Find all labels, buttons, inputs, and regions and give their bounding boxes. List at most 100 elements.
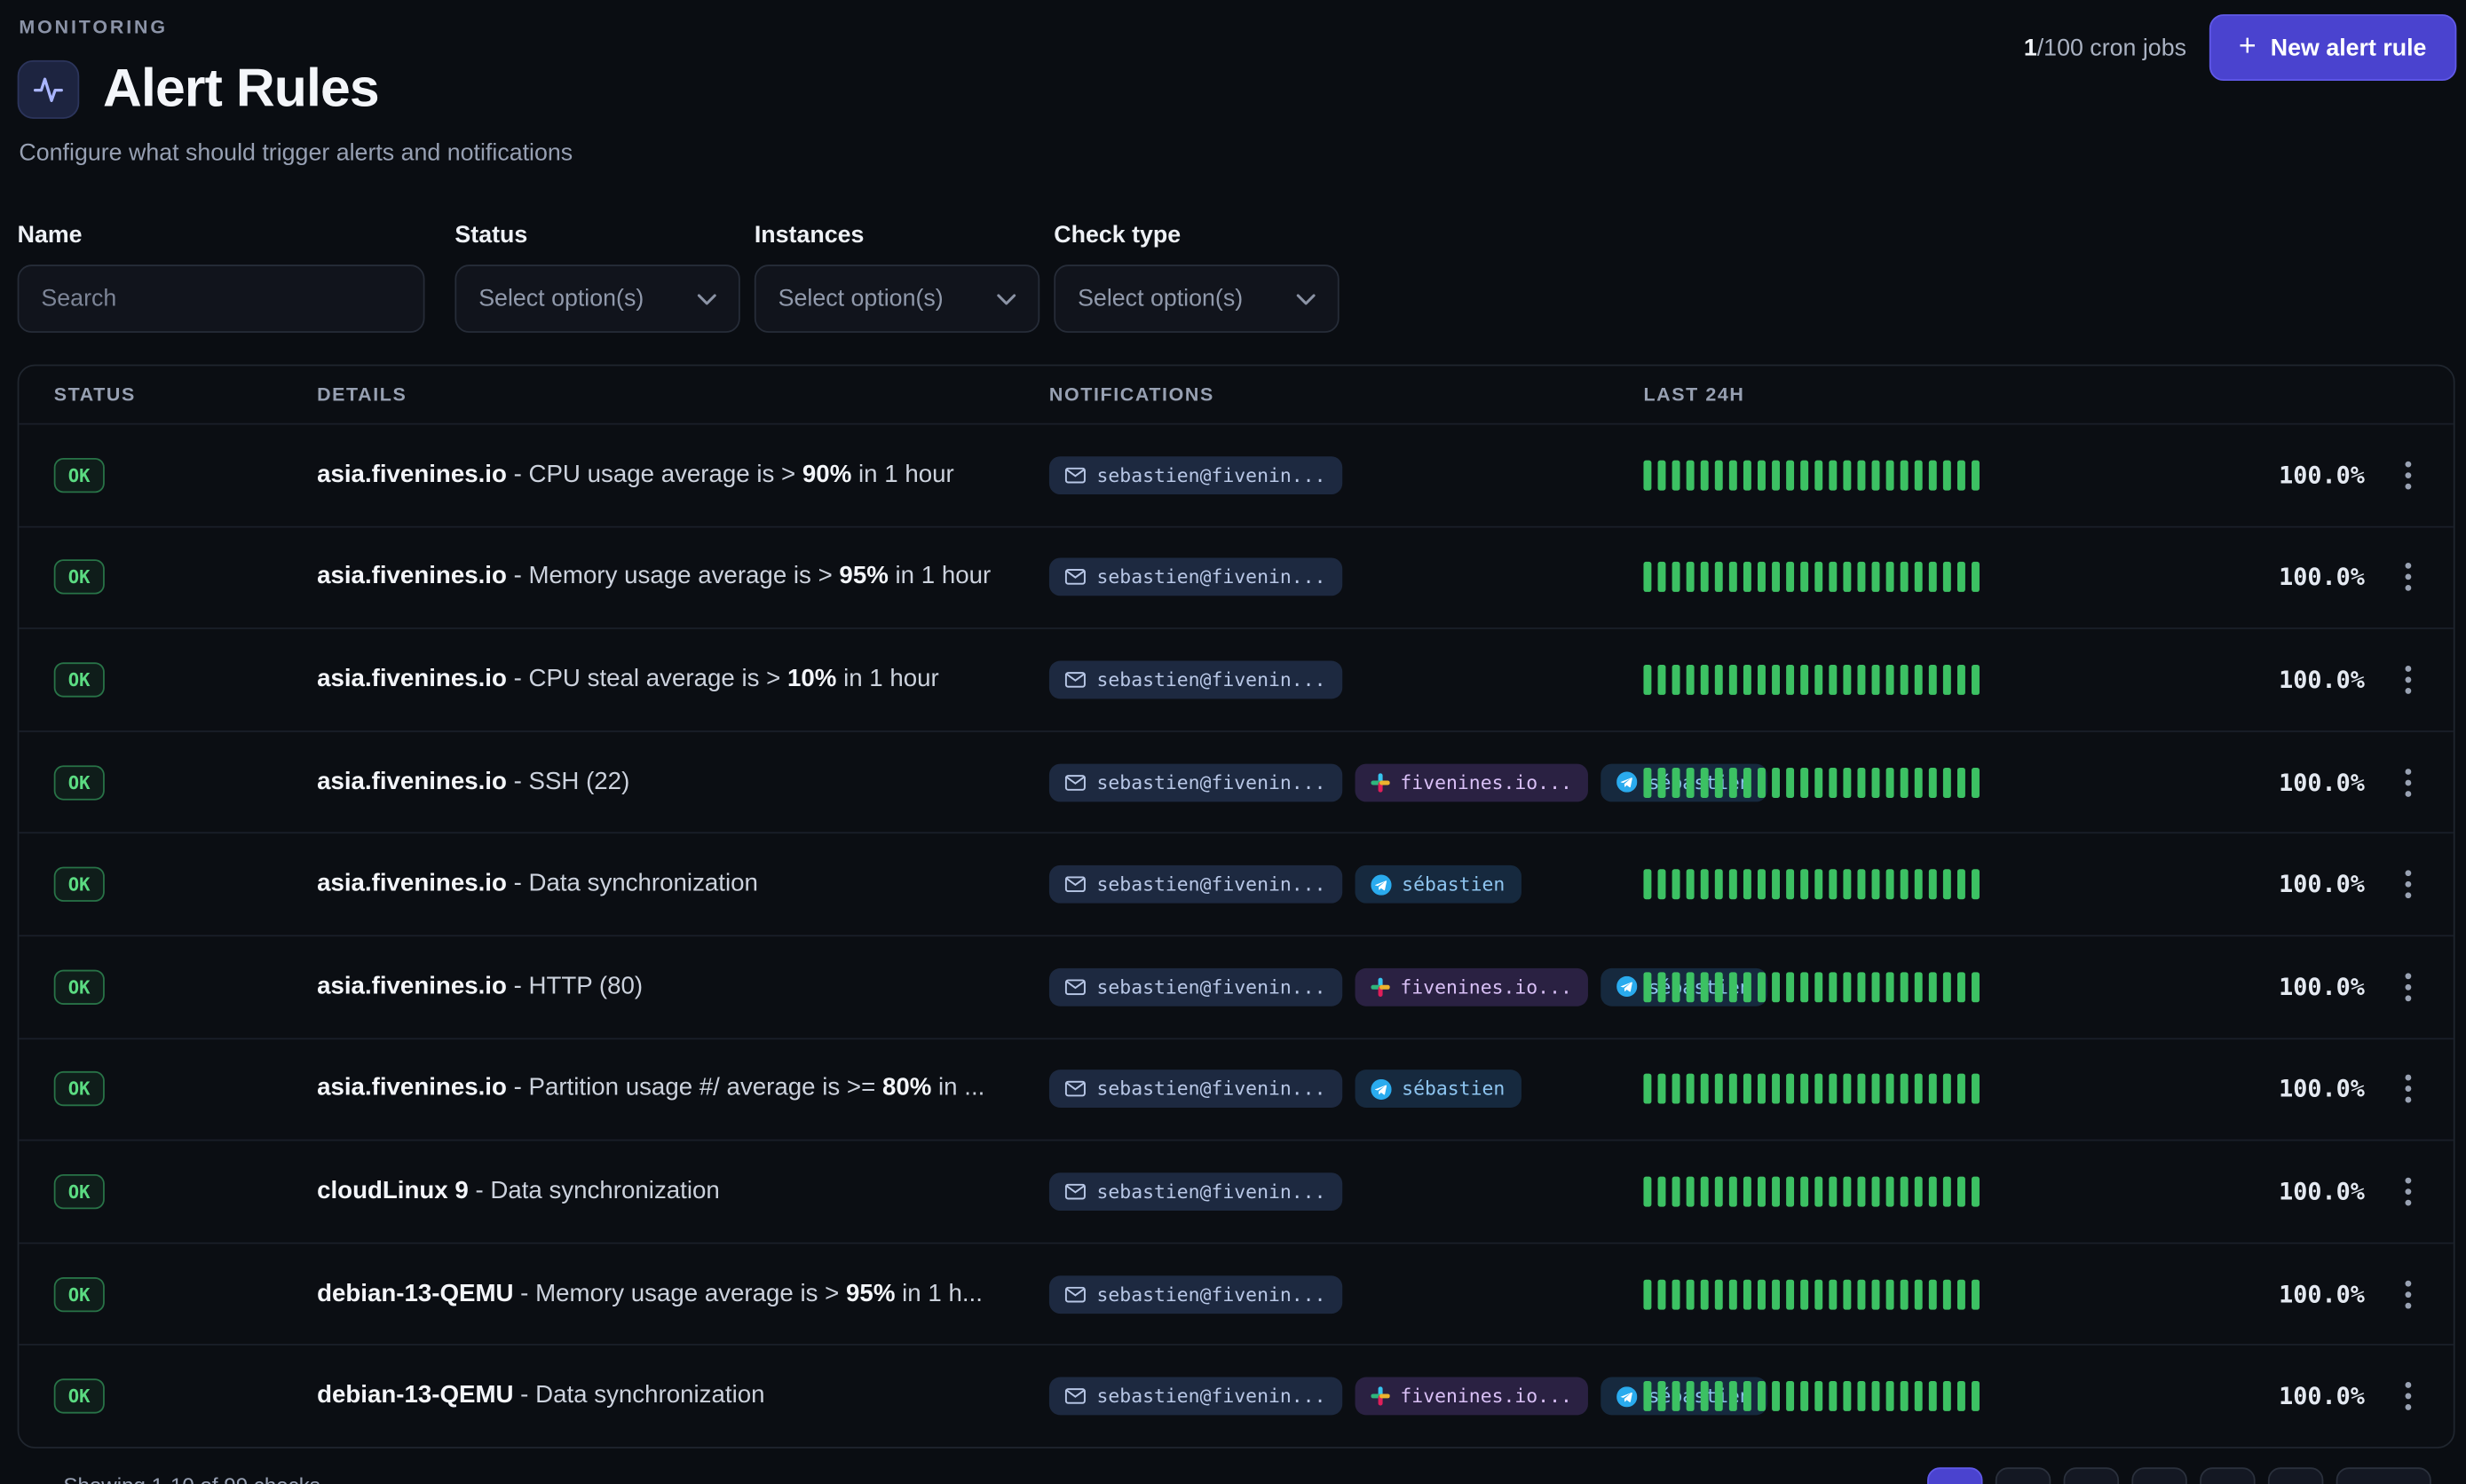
uptime-bar [1687, 1074, 1695, 1104]
uptime-bar [1758, 1177, 1766, 1207]
details-text: CPU usage average is > [528, 461, 802, 487]
notification-badge-slack: fivenines.io... [1355, 763, 1588, 801]
uptime-bar [1672, 1177, 1680, 1207]
page-button-2[interactable]: 2 [1995, 1467, 2050, 1484]
filters-bar: Name Status Select option(s) Instances S… [18, 222, 1340, 333]
uptime-bar [1687, 870, 1695, 900]
page-title-row: Alert Rules [18, 59, 379, 121]
uptime-bar [1701, 1074, 1709, 1104]
page-button-6[interactable]: 6 [2267, 1467, 2322, 1484]
row-menu-button[interactable] [2398, 863, 2418, 905]
uptime-bar [1800, 665, 1808, 695]
uptime-bar [1672, 665, 1680, 695]
uptime-bars [1643, 563, 1980, 593]
details-text: 95% [846, 1280, 895, 1306]
row-menu-button[interactable] [2398, 1170, 2418, 1212]
uptime-bar [1800, 1279, 1808, 1309]
row-menu-button[interactable] [2398, 659, 2418, 701]
row-menu-button[interactable] [2398, 1068, 2418, 1110]
uptime-bar [1701, 460, 1709, 490]
showing-results-text: Showing 1-10 of 99 checks [63, 1473, 320, 1484]
notification-label: sébastien [1402, 1078, 1505, 1101]
uptime-bar [1886, 665, 1894, 695]
status-filter-select[interactable]: Select option(s) [454, 264, 739, 333]
uptime-bar [1929, 665, 1937, 695]
next-page-button[interactable]: Next [2336, 1467, 2431, 1484]
uptime-bar [1829, 665, 1837, 695]
uptime-percent: 100.0% [2279, 1382, 2365, 1410]
page-button-4[interactable]: 4 [2131, 1467, 2186, 1484]
row-menu-button[interactable] [2398, 1273, 2418, 1315]
uptime-bar [1643, 1381, 1651, 1411]
uptime-bar [1715, 665, 1723, 695]
uptime-bar [1672, 870, 1680, 900]
table-row[interactable]: OK debian-13-QEMU - Memory usage average… [19, 1242, 2453, 1344]
notification-badge-email: sebastien@fivenin... [1049, 1377, 1341, 1416]
envelope-icon [1065, 672, 1086, 688]
uptime-bar [1715, 460, 1723, 490]
table-row[interactable]: OK debian-13-QEMU - Data synchronization… [19, 1345, 2453, 1447]
page-button-5[interactable]: 5 [2199, 1467, 2254, 1484]
uptime-bar [1886, 870, 1894, 900]
table-row[interactable]: OK asia.fivenines.io - Partition usage #… [19, 1038, 2453, 1140]
uptime-bar [1857, 1074, 1865, 1104]
uptime-bar [1957, 460, 1965, 490]
uptime-bar [1786, 1381, 1794, 1411]
row-menu-button[interactable] [2398, 761, 2418, 803]
details-text: SSH (22) [528, 768, 629, 794]
uptime-bar [1772, 1074, 1780, 1104]
instance-name: cloudLinux 9 [317, 1177, 469, 1204]
details-text: 80% [882, 1075, 931, 1101]
row-menu-button[interactable] [2398, 966, 2418, 1008]
row-menu-button[interactable] [2398, 1375, 2418, 1417]
check-type-filter-select[interactable]: Select option(s) [1054, 264, 1339, 333]
uptime-bar [1643, 1177, 1651, 1207]
kebab-icon [2404, 665, 2412, 695]
new-alert-rule-button[interactable]: + New alert rule [2209, 14, 2456, 81]
alert-rules-page: MONITORING Alert Rules Configure what sh… [0, 0, 2466, 1484]
table-row[interactable]: OK asia.fivenines.io - CPU steal average… [19, 628, 2453, 730]
row-menu-button[interactable] [2398, 556, 2418, 598]
instance-name: asia.fivenines.io [317, 461, 507, 487]
status-badge: OK [54, 1379, 105, 1414]
search-input[interactable] [18, 264, 425, 333]
uptime-bar [1886, 1381, 1894, 1411]
details-separator: - [507, 768, 529, 794]
uptime-bar [1872, 1177, 1880, 1207]
table-row[interactable]: OK asia.fivenines.io - SSH (22) sebastie… [19, 730, 2453, 833]
row-notifications: sebastien@fivenin... [1049, 660, 1341, 699]
table-row[interactable]: OK asia.fivenines.io - Memory usage aver… [19, 525, 2453, 628]
page-button-1[interactable]: 1 [1926, 1467, 1981, 1484]
notification-badge-email: sebastien@fivenin... [1049, 456, 1341, 494]
uptime-bar [1658, 1177, 1666, 1207]
uptime-bar [1943, 1279, 1951, 1309]
uptime-bar [1643, 563, 1651, 593]
table-row[interactable]: OK cloudLinux 9 - Data synchronization s… [19, 1140, 2453, 1242]
uptime-bar [1786, 1074, 1794, 1104]
uptime-bar [1786, 1279, 1794, 1309]
uptime-bar [1972, 1074, 1980, 1104]
uptime-bars [1643, 1177, 1980, 1207]
uptime-bar [1901, 563, 1909, 593]
uptime-bar [1672, 460, 1680, 490]
column-header-details: DETAILS [317, 383, 407, 406]
uptime-bar [1843, 1381, 1851, 1411]
table-row[interactable]: OK asia.fivenines.io - HTTP (80) sebasti… [19, 935, 2453, 1037]
page-button-3[interactable]: 3 [2063, 1467, 2118, 1484]
row-menu-button[interactable] [2398, 454, 2418, 496]
viewport: MONITORING Alert Rules Configure what sh… [0, 0, 2466, 1484]
notification-badge-email: sebastien@fivenin... [1049, 660, 1341, 699]
uptime-bar [1715, 972, 1723, 1002]
uptime-bar [1658, 1279, 1666, 1309]
uptime-bar [1687, 1381, 1695, 1411]
envelope-icon [1065, 1081, 1086, 1097]
previous-page-button[interactable]: Previous [1773, 1467, 1914, 1484]
table-row[interactable]: OK asia.fivenines.io - Data synchronizat… [19, 833, 2453, 935]
uptime-bar [1901, 870, 1909, 900]
instances-filter-select[interactable]: Select option(s) [755, 264, 1039, 333]
uptime-bar [1929, 1177, 1937, 1207]
table-row[interactable]: OK asia.fivenines.io - CPU usage average… [19, 423, 2453, 525]
uptime-bar [1658, 665, 1666, 695]
uptime-bar [1772, 1381, 1780, 1411]
notification-label: sébastien [1402, 873, 1505, 896]
